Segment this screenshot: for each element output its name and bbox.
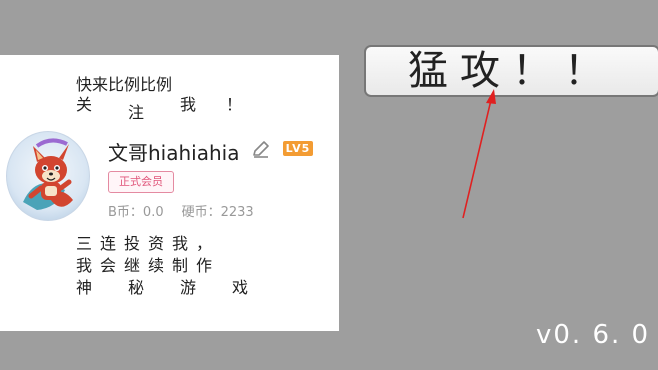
- outro-char: 资: [148, 234, 165, 253]
- edit-pencil-icon[interactable]: [251, 139, 271, 159]
- outro-char: 我: [76, 256, 93, 275]
- outro-char: 会: [100, 256, 117, 275]
- outro-char: 我: [172, 234, 189, 253]
- attack-button[interactable]: 猛攻！！: [364, 45, 658, 97]
- avatar[interactable]: [6, 131, 90, 221]
- outro-char: 投: [124, 234, 141, 253]
- intro-text: 快来比例比例 关 注 我 ！: [76, 75, 242, 122]
- outro-char: 游: [180, 278, 197, 297]
- intro-char: 注: [128, 103, 145, 122]
- intro-line-2: 关 注 我 ！: [76, 95, 242, 122]
- coin-balances: B币：0.0 硬币：2233: [108, 201, 254, 220]
- outro-char: 神: [76, 278, 93, 297]
- level-badge: LV5: [283, 141, 313, 156]
- outro-char: 戏: [232, 278, 249, 297]
- outro-char: ，: [196, 234, 213, 253]
- member-badge: 正式会员: [108, 171, 174, 193]
- hard-coin-balance: 硬币：2233: [181, 205, 254, 220]
- b-coin-balance: B币：0.0: [108, 205, 164, 220]
- outro-char: 作: [196, 256, 213, 275]
- version-label: v0. 6. 0: [536, 320, 651, 350]
- username: 文哥hiahiahia: [108, 141, 240, 165]
- outro-char: 秘: [128, 278, 145, 297]
- outro-char: 继: [124, 256, 141, 275]
- intro-line-1: 快来比例比例: [76, 75, 173, 94]
- outro-char: 制: [172, 256, 189, 275]
- fox-avatar-icon: [23, 138, 73, 210]
- intro-char: ！: [226, 95, 243, 114]
- intro-char: 我: [180, 95, 197, 114]
- outro-char: 续: [148, 256, 165, 275]
- outro-char: 三: [76, 234, 93, 253]
- profile-card: 快来比例比例 关 注 我 ！ 文哥hiahiahia LV5 正式会员 B币：0…: [0, 55, 339, 331]
- outro-char: 连: [100, 234, 117, 253]
- intro-char: 关: [76, 95, 93, 114]
